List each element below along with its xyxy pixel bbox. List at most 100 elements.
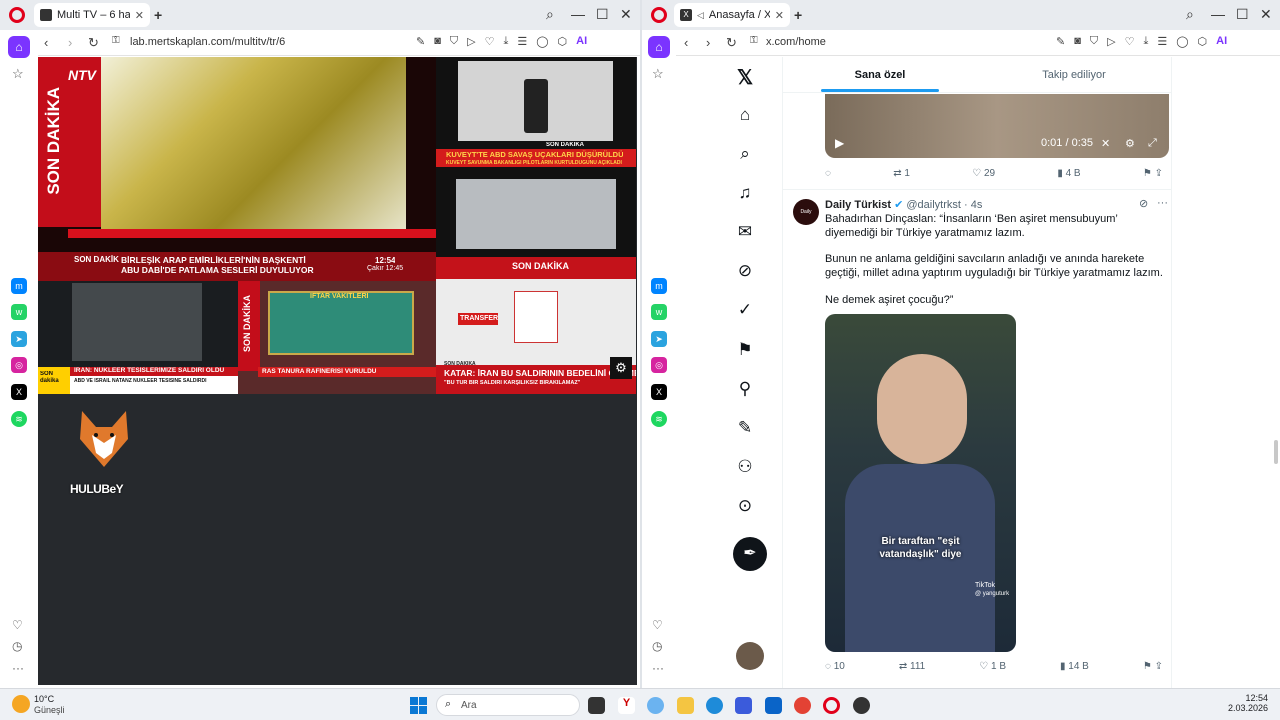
heart-icon[interactable]: ♡ xyxy=(652,618,663,632)
x-logo-icon[interactable]: 𝕏 xyxy=(734,65,756,90)
edit-icon[interactable]: ✎ xyxy=(416,35,425,48)
shield-icon[interactable]: ⛉ xyxy=(1090,35,1098,48)
scrollbar-thumb[interactable] xyxy=(1274,440,1278,464)
opera-icon[interactable] xyxy=(823,697,840,714)
verified-icon[interactable]: ✓ xyxy=(734,300,756,320)
aria-ai-button[interactable]: AI xyxy=(1216,35,1227,48)
edge-icon[interactable] xyxy=(706,697,723,714)
views-button[interactable]: ▮ 14 B xyxy=(1060,661,1089,672)
back-icon[interactable]: ‹ xyxy=(684,35,688,50)
like-button[interactable]: ♡ 29 xyxy=(972,168,995,179)
yandex-icon[interactable]: Y xyxy=(618,697,635,714)
profile-icon[interactable]: ◯ xyxy=(536,35,548,48)
edit-icon[interactable]: ✎ xyxy=(1056,35,1065,48)
home-icon[interactable]: ⌂ xyxy=(734,105,756,125)
obs-icon[interactable] xyxy=(853,697,870,714)
forward-icon[interactable]: › xyxy=(706,35,710,50)
chrome-icon[interactable] xyxy=(794,697,811,714)
play-icon[interactable]: ▶ xyxy=(835,136,844,150)
camera-icon[interactable]: ◙ xyxy=(434,35,441,48)
repost-button[interactable]: ⇄ 111 xyxy=(899,661,925,672)
telegram-icon[interactable]: ➤ xyxy=(651,331,667,347)
search-tabs-icon[interactable]: ⌕ xyxy=(546,6,554,23)
more-icon[interactable]: ⊙ xyxy=(734,496,756,516)
tweet-avatar[interactable]: Daily Türkist xyxy=(793,199,819,225)
aria-ai-button[interactable]: AI xyxy=(576,35,587,48)
more-options-icon[interactable]: ··· xyxy=(1157,197,1168,209)
clock[interactable]: 12:54 2.03.2026 xyxy=(1228,693,1268,713)
close-tab-icon[interactable]: ✕ xyxy=(775,9,784,22)
reply-button[interactable]: ◌ 10 xyxy=(825,661,845,672)
avatar[interactable] xyxy=(736,642,764,670)
instagram-icon[interactable]: ◎ xyxy=(651,357,667,373)
cube-icon[interactable]: ⬡ xyxy=(1198,35,1208,48)
whatsapp-icon[interactable]: w xyxy=(651,304,667,320)
reply-icon[interactable]: ◌ xyxy=(825,168,831,179)
x-icon[interactable]: X xyxy=(651,384,667,400)
tab-for-you[interactable]: Sana özel xyxy=(783,57,977,92)
tweet-video[interactable]: Bir taraftan "eşit vatandaşlık" diye Tik… xyxy=(825,314,1016,652)
notifications-icon[interactable]: ♫ xyxy=(734,183,756,203)
bookmark-share-icons[interactable]: ⚑ ⇪ xyxy=(1143,661,1163,672)
forward-icon[interactable]: › xyxy=(68,35,72,50)
temperature[interactable]: 10°C xyxy=(34,694,54,704)
more-icon[interactable]: ··· xyxy=(12,661,24,675)
messenger-icon[interactable]: m xyxy=(11,278,27,294)
back-icon[interactable]: ‹ xyxy=(44,35,48,50)
grok-explain-icon[interactable]: ⊘ xyxy=(1139,197,1148,210)
fullscreen-icon[interactable]: ⤢ xyxy=(1148,137,1157,150)
maximize-button[interactable]: ☐ xyxy=(1236,6,1249,23)
grok-icon[interactable]: ⊘ xyxy=(734,261,756,281)
tab-following[interactable]: Takip ediliyor xyxy=(977,57,1171,92)
reload-icon[interactable]: ↻ xyxy=(726,35,737,51)
reload-icon[interactable]: ↻ xyxy=(88,35,99,51)
search-tabs-icon[interactable]: ⌕ xyxy=(1186,6,1194,23)
site-info-icon[interactable]: ⚿ xyxy=(750,35,758,46)
star-icon[interactable]: ☆ xyxy=(12,66,24,82)
video-player[interactable] xyxy=(825,94,1169,158)
premium-icon[interactable]: ✎ xyxy=(734,418,756,438)
opera-logo-icon[interactable] xyxy=(9,7,25,23)
messages-icon[interactable]: ✉ xyxy=(734,222,756,242)
send-icon[interactable]: ▷ xyxy=(1107,35,1115,48)
copilot-icon[interactable] xyxy=(647,697,664,714)
url-field[interactable]: x.com/home xyxy=(766,36,826,48)
start-button[interactable] xyxy=(410,697,427,714)
heart-icon[interactable]: ♡ xyxy=(485,35,495,48)
history-icon[interactable]: ◷ xyxy=(12,639,22,653)
mail-icon[interactable] xyxy=(765,697,782,714)
mute-icon[interactable]: ✕ xyxy=(1101,137,1110,150)
profile-icon[interactable]: ◯ xyxy=(1176,35,1188,48)
spotify-icon[interactable]: ≋ xyxy=(651,411,667,427)
like-button[interactable]: ♡ 1 B xyxy=(979,661,1006,672)
telegram-icon[interactable]: ➤ xyxy=(11,331,27,347)
whatsapp-icon[interactable]: w xyxy=(11,304,27,320)
star-icon[interactable]: ☆ xyxy=(652,66,664,82)
store-icon[interactable] xyxy=(735,697,752,714)
tweet-time[interactable]: · 4s xyxy=(964,199,982,211)
tv-tile-3[interactable]: SON dakika İRAN: NÜKLEER TESİSLERİMİZE S… xyxy=(38,281,238,394)
bookmark-share-icons[interactable]: ⚑ ⇪ xyxy=(1143,168,1163,179)
file-explorer-icon[interactable] xyxy=(677,697,694,714)
weather-icon[interactable] xyxy=(12,695,30,713)
home-icon[interactable]: ⌂ xyxy=(648,36,670,58)
author-name[interactable]: Daily Türkist xyxy=(825,199,891,211)
close-window-button[interactable]: ✕ xyxy=(620,6,632,23)
x-icon[interactable]: X xyxy=(11,384,27,400)
bookmarks-icon[interactable]: ⚑ xyxy=(734,340,756,360)
url-field[interactable]: lab.mertskaplan.com/multitv/tr/6 xyxy=(130,36,285,48)
opera-logo-icon[interactable] xyxy=(651,7,667,23)
minimize-button[interactable]: — xyxy=(1211,6,1225,22)
more-icon[interactable]: ··· xyxy=(652,661,664,675)
views-button[interactable]: ▮ 4 B xyxy=(1057,168,1080,179)
tv-tile-4[interactable]: SON DAKİKA İFTAR VAKİTLERİ RAS TANURA RA… xyxy=(238,281,436,394)
menu-icon[interactable]: ☰ xyxy=(1157,35,1167,48)
cube-icon[interactable]: ⬡ xyxy=(558,35,568,48)
home-icon[interactable]: ⌂ xyxy=(8,36,30,58)
tv-tile-5[interactable]: SON DAKİKA TRANSFER SON DAKİKA KATAR: İR… xyxy=(436,257,636,394)
search-icon[interactable]: ⌕ xyxy=(734,144,756,164)
new-tab-button[interactable]: + xyxy=(794,7,802,23)
heart-icon[interactable]: ♡ xyxy=(12,618,23,632)
task-view-icon[interactable] xyxy=(588,697,605,714)
spotify-icon[interactable]: ≋ xyxy=(11,411,27,427)
